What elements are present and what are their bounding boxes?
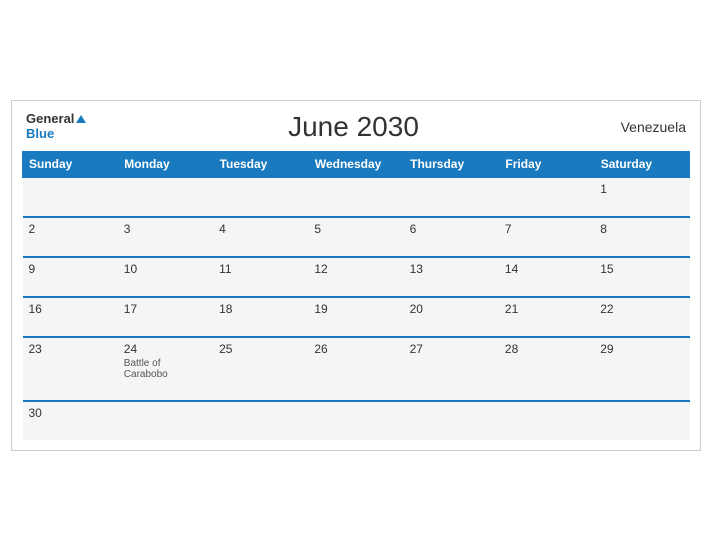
calendar-cell: 22: [594, 297, 689, 337]
day-number: 20: [410, 302, 493, 316]
week-row-4: 16 17 18 19 20 21 22: [23, 297, 690, 337]
day-number: 22: [600, 302, 683, 316]
calendar-cell: [118, 401, 213, 440]
calendar-grid: SundayMondayTuesdayWednesdayThursdayFrid…: [22, 151, 690, 440]
weekday-header-monday: Monday: [118, 151, 213, 177]
weekday-header-thursday: Thursday: [404, 151, 499, 177]
calendar-cell: 3: [118, 217, 213, 257]
calendar-cell: 16: [23, 297, 118, 337]
calendar-header: General Blue June 2030 Venezuela: [22, 111, 690, 143]
day-number: 26: [314, 342, 397, 356]
weekday-header-sunday: Sunday: [23, 151, 118, 177]
calendar-cell: [499, 401, 594, 440]
calendar-cell: 14: [499, 257, 594, 297]
day-number: 15: [600, 262, 683, 276]
week-row-2: 2345678: [23, 217, 690, 257]
calendar-cell: 11: [213, 257, 308, 297]
calendar-cell: 8: [594, 217, 689, 257]
weekday-header-saturday: Saturday: [594, 151, 689, 177]
day-number: 28: [505, 342, 588, 356]
day-number: 16: [29, 302, 112, 316]
day-number: 25: [219, 342, 302, 356]
calendar-container: General Blue June 2030 Venezuela SundayM…: [11, 100, 701, 451]
calendar-cell: 29: [594, 337, 689, 401]
calendar-cell: 27: [404, 337, 499, 401]
weekday-header-wednesday: Wednesday: [308, 151, 403, 177]
day-number: 17: [124, 302, 207, 316]
calendar-cell: 6: [404, 217, 499, 257]
calendar-cell: 9: [23, 257, 118, 297]
week-row-5: 23 24 Battle of Carabobo 25 26 27 28 29: [23, 337, 690, 401]
calendar-cell: 25: [213, 337, 308, 401]
day-number: 9: [29, 262, 112, 276]
logo-blue: Blue: [26, 127, 86, 141]
week-row-6: 30: [23, 401, 690, 440]
calendar-cell: [308, 177, 403, 217]
day-number: 2: [29, 222, 112, 236]
calendar-cell: 1: [594, 177, 689, 217]
calendar-cell: [404, 401, 499, 440]
calendar-cell: 2: [23, 217, 118, 257]
calendar-cell: 17: [118, 297, 213, 337]
calendar-cell: 13: [404, 257, 499, 297]
day-number: 4: [219, 222, 302, 236]
day-number: 7: [505, 222, 588, 236]
calendar-cell: 5: [308, 217, 403, 257]
weekday-header-tuesday: Tuesday: [213, 151, 308, 177]
calendar-cell: 21: [499, 297, 594, 337]
logo-area: General Blue: [26, 112, 86, 141]
day-number: 21: [505, 302, 588, 316]
day-number: 18: [219, 302, 302, 316]
calendar-cell: [213, 177, 308, 217]
day-number: 30: [29, 406, 112, 420]
day-number: 24: [124, 342, 207, 356]
calendar-cell: 15: [594, 257, 689, 297]
day-number: 12: [314, 262, 397, 276]
day-number: 6: [410, 222, 493, 236]
day-number: 19: [314, 302, 397, 316]
weekday-header-friday: Friday: [499, 151, 594, 177]
calendar-cell: 19: [308, 297, 403, 337]
calendar-cell: [23, 177, 118, 217]
calendar-cell: [118, 177, 213, 217]
event-label: Battle of Carabobo: [124, 358, 207, 380]
country-label: Venezuela: [621, 119, 686, 135]
calendar-cell: [308, 401, 403, 440]
calendar-cell: [213, 401, 308, 440]
calendar-cell: 24 Battle of Carabobo: [118, 337, 213, 401]
calendar-cell: 28: [499, 337, 594, 401]
calendar-cell: 4: [213, 217, 308, 257]
calendar-cell: 7: [499, 217, 594, 257]
weekday-header-row: SundayMondayTuesdayWednesdayThursdayFrid…: [23, 151, 690, 177]
calendar-cell: [594, 401, 689, 440]
day-number: 8: [600, 222, 683, 236]
day-number: 1: [600, 182, 683, 196]
day-number: 10: [124, 262, 207, 276]
week-row-1: 1: [23, 177, 690, 217]
calendar-cell: [404, 177, 499, 217]
calendar-cell: [499, 177, 594, 217]
calendar-title: June 2030: [288, 111, 419, 143]
day-number: 29: [600, 342, 683, 356]
calendar-cell: 10: [118, 257, 213, 297]
day-number: 11: [219, 262, 302, 276]
logo-triangle-icon: [76, 115, 86, 123]
calendar-cell: 12: [308, 257, 403, 297]
calendar-cell: 20: [404, 297, 499, 337]
day-number: 27: [410, 342, 493, 356]
day-number: 5: [314, 222, 397, 236]
calendar-cell: 26: [308, 337, 403, 401]
day-number: 3: [124, 222, 207, 236]
calendar-cell: 23: [23, 337, 118, 401]
week-row-3: 9 10 11 12 13 14 15: [23, 257, 690, 297]
logo-general: General: [26, 112, 74, 126]
day-number: 23: [29, 342, 112, 356]
calendar-cell: 30: [23, 401, 118, 440]
day-number: 13: [410, 262, 493, 276]
calendar-cell: 18: [213, 297, 308, 337]
day-number: 14: [505, 262, 588, 276]
